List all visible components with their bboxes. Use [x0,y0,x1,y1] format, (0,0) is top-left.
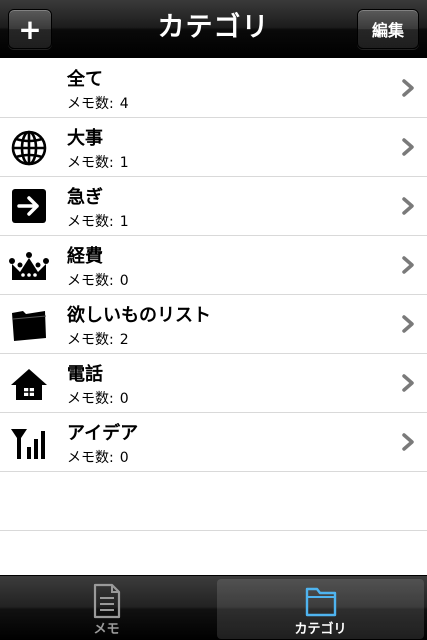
navigation-bar: + カテゴリ 編集 [0,0,427,58]
memo-count: メモ数: 0 [67,273,129,289]
chevron-right-icon [402,256,414,274]
chevron-right-icon [402,433,414,451]
empty-row [0,472,427,531]
category-title: 経費 [67,246,103,267]
globe-icon [9,130,49,166]
chevron-right-icon [402,315,414,333]
signal-icon [9,425,49,461]
category-row-phone[interactable]: 電話 メモ数: 0 [0,354,427,413]
memo-count: メモ数: 4 [67,96,129,112]
chevron-right-icon [402,374,414,392]
category-row-all[interactable]: 全て メモ数: 4 [0,59,427,118]
category-row-ideas[interactable]: アイデア メモ数: 0 [0,413,427,472]
category-row-wishlist[interactable]: 欲しいものリスト メモ数: 2 [0,295,427,354]
category-title: 欲しいものリスト [67,305,211,326]
chevron-right-icon [402,197,414,215]
tab-category[interactable]: カテゴリ [217,579,424,639]
category-title: アイデア [67,423,139,444]
category-title: 電話 [67,364,103,385]
tab-label: カテゴリ [294,622,347,637]
category-title: 急ぎ [67,187,103,208]
category-title: 大事 [67,128,103,149]
memo-count: メモ数: 2 [67,332,129,348]
memo-count: メモ数: 0 [67,391,129,407]
memo-count: メモ数: 1 [67,214,129,230]
category-list: 全て メモ数: 4 大事 メモ数: 1 急ぎ メモ数: 1 経費 メモ数: 0 … [0,59,427,531]
memo-document-icon [90,583,124,619]
arrow-right-icon [9,189,49,225]
category-title: 全て [67,69,103,90]
category-row-expenses[interactable]: 経費 メモ数: 0 [0,236,427,295]
folder-icon [9,307,49,343]
tab-memo[interactable]: メモ [3,579,210,639]
category-row-important[interactable]: 大事 メモ数: 1 [0,118,427,177]
house-icon [9,366,49,402]
edit-button[interactable]: 編集 [357,9,419,49]
folder-icon [304,583,338,619]
crown-icon [9,248,49,284]
memo-count: メモ数: 0 [67,450,129,466]
chevron-right-icon [402,138,414,156]
memo-count: メモ数: 1 [67,155,129,171]
category-row-urgent[interactable]: 急ぎ メモ数: 1 [0,177,427,236]
tab-bar: メモ カテゴリ [0,575,427,640]
tab-label: メモ [93,622,120,637]
chevron-right-icon [402,79,414,97]
